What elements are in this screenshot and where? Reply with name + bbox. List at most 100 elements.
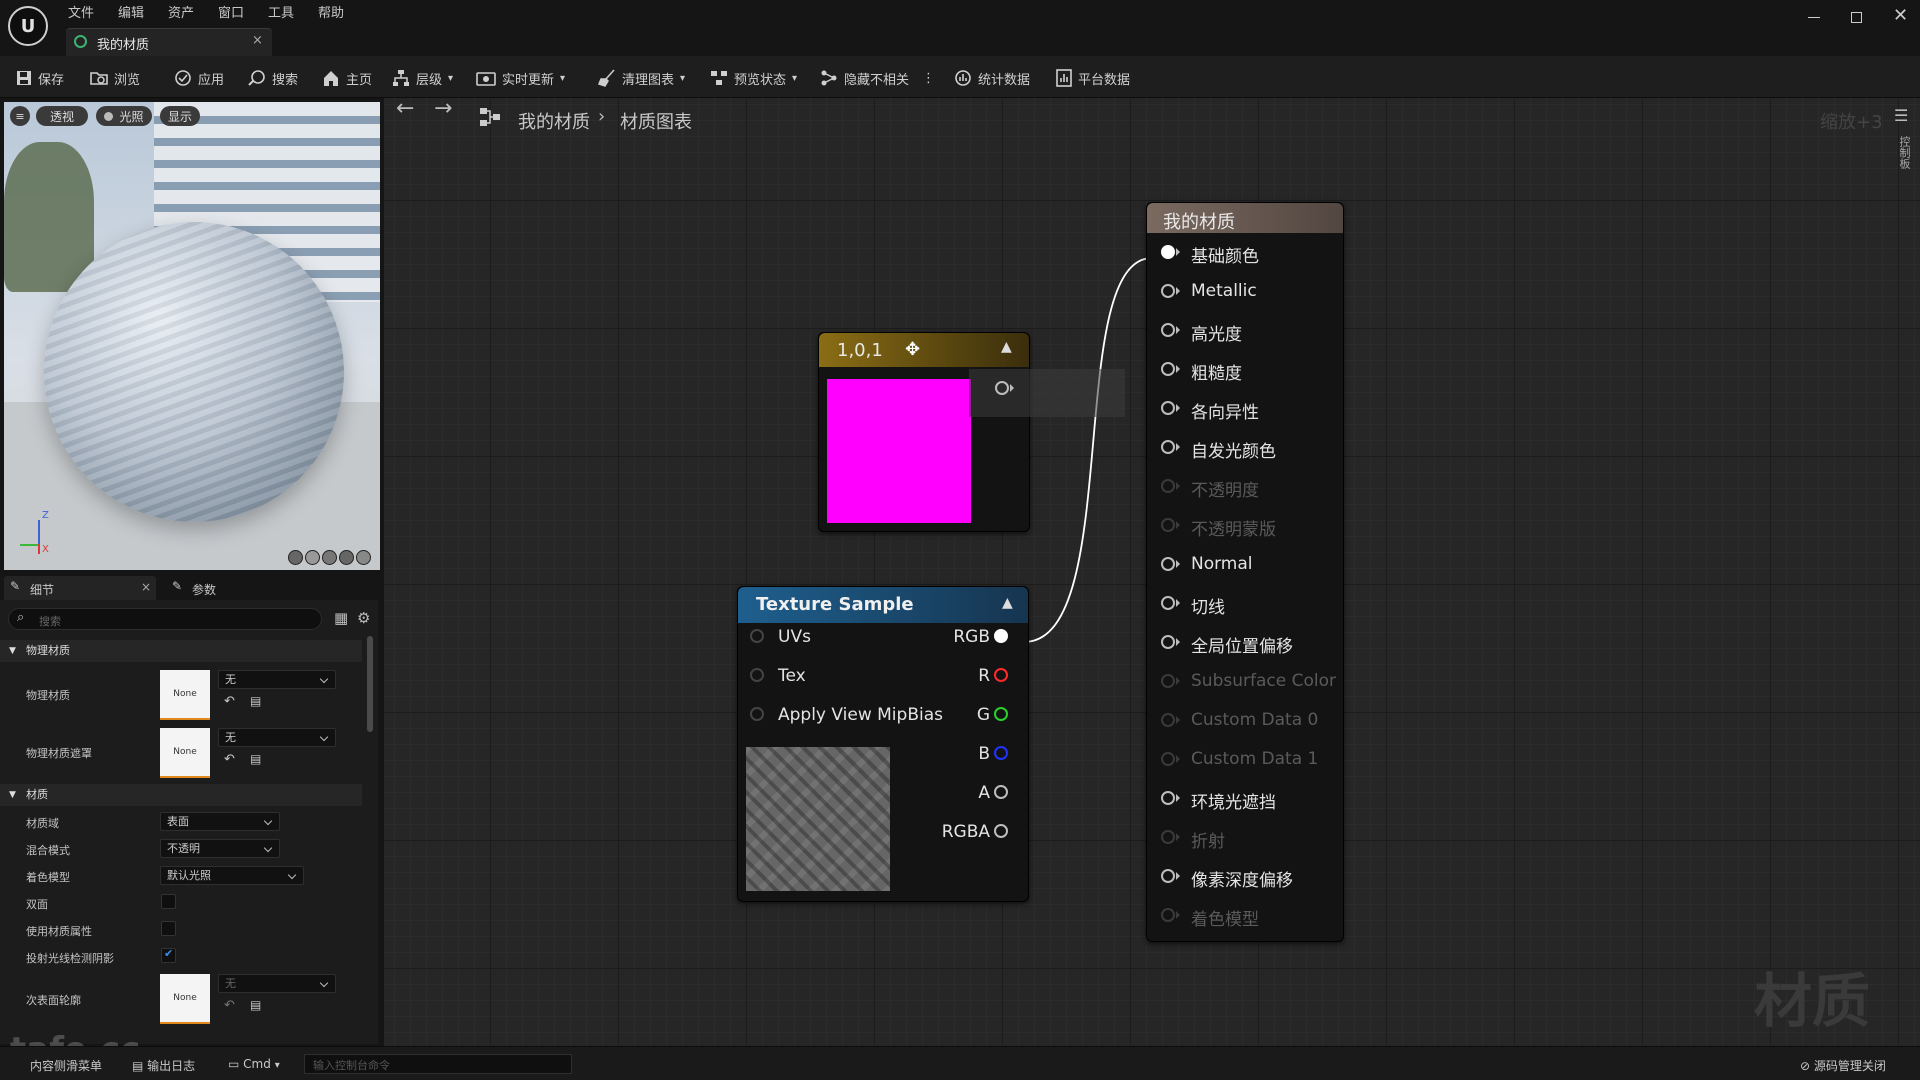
window-close-icon[interactable]: ✕ [1893,5,1908,26]
constant-node-header[interactable]: 1,0,1 ✥ ▲ [819,333,1029,367]
reset-arrow-icon[interactable]: ↶ [224,998,235,1013]
lighting-button[interactable]: 光照 [96,106,152,126]
material-input-pin[interactable] [1161,323,1175,337]
material-input-pin[interactable] [1161,245,1175,259]
hide-unrelated-button[interactable]: 隐藏不相关 [820,67,909,89]
menu-window[interactable]: 窗口 [218,2,244,21]
menu-tools[interactable]: 工具 [268,2,294,21]
material-input-pin[interactable] [1161,830,1175,844]
console-input[interactable]: 输入控制台命令 [304,1054,572,1074]
g-output-pin[interactable] [994,707,1008,721]
material-input-pin[interactable] [1161,908,1175,922]
r-output-pin[interactable] [994,668,1008,682]
cube-icon[interactable] [339,550,354,565]
material-input-pin[interactable] [1161,752,1175,766]
material-input-pin[interactable] [1161,518,1175,532]
browse-folder-icon[interactable]: ▤ [250,752,261,766]
table-view-icon[interactable]: ▦ [334,609,348,627]
uvs-input-pin[interactable] [750,629,764,643]
material-output-node[interactable]: 我的材质 基础颜色 Metallic 高光度 粗糙度 各向异性 自发光颜色 不透明度 不透明蒙… [1146,202,1344,942]
menu-file[interactable]: 文件 [68,2,94,21]
material-input-pin[interactable] [1161,479,1175,493]
blend-mode-dropdown[interactable]: 不透明 [160,839,280,858]
stats-button[interactable]: 统计数据 [954,67,1030,89]
show-button[interactable]: 显示 [160,106,200,126]
material-input-pin[interactable] [1161,713,1175,727]
texture-sample-node[interactable]: Texture Sample ▲ UVs Tex Apply View MipB… [737,586,1029,902]
material-input-pin[interactable] [1161,791,1175,805]
apply-button[interactable]: 应用 [174,67,224,89]
physical-mask-dropdown[interactable]: 无 [218,728,336,747]
collapse-chevron-icon[interactable]: ▲ [1001,339,1012,355]
unreal-logo-icon[interactable]: U [8,6,48,46]
tab-details-close-icon[interactable]: × [141,580,151,594]
rgb-output-pin[interactable] [994,629,1008,643]
section-material[interactable]: ▼ 材质 [0,784,362,806]
subsurface-profile-dropdown[interactable]: 无 [218,974,336,993]
menu-edit[interactable]: 编辑 [118,2,144,21]
a-output-pin[interactable] [994,785,1008,799]
material-input-pin[interactable] [1161,440,1175,454]
browse-folder-icon[interactable]: ▤ [250,998,261,1012]
physical-material-thumbnail[interactable]: None [160,670,210,720]
use-material-attributes-checkbox[interactable] [161,921,176,936]
cmd-dropdown[interactable]: ▭ Cmd ▾ [228,1057,280,1071]
tab-details[interactable]: ✎ 细节 × [4,576,156,600]
browse-button[interactable]: 浏览 [90,67,140,89]
material-input-pin[interactable] [1161,401,1175,415]
tex-input-pin[interactable] [750,668,764,682]
physical-material-dropdown[interactable]: 无 [218,670,336,689]
material-input-pin[interactable] [1161,284,1175,298]
reset-arrow-icon[interactable]: ↶ [224,752,235,767]
live-update-dropdown[interactable]: 实时更新 ▾ [476,67,565,89]
clean-graph-dropdown[interactable]: 清理图表 ▾ [598,67,685,89]
preview-state-dropdown[interactable]: 预览状态 ▾ [710,67,797,89]
menu-help[interactable]: 帮助 [318,2,344,21]
mipbias-input-pin[interactable] [750,707,764,721]
document-tab[interactable]: 我的材质 × [66,28,272,56]
toolbar-overflow-icon[interactable]: ⋮ [922,67,935,89]
material-input-pin[interactable] [1161,635,1175,649]
rgba-output-pin[interactable] [994,824,1008,838]
restore-icon[interactable] [1851,12,1862,23]
ray-traced-shadows-checkbox[interactable]: ✔ [161,947,176,963]
tab-params[interactable]: ✎ 参数 [168,576,248,600]
sphere-icon[interactable] [305,550,320,565]
section-physical-material[interactable]: ▼ 物理材质 [0,640,362,662]
constant3vector-node[interactable]: 1,0,1 ✥ ▲ [818,332,1125,532]
constant-output-pin[interactable] [995,381,1009,395]
minimize-icon[interactable] [1808,17,1820,18]
viewport-menu-button[interactable]: ≡ [10,106,30,126]
domain-dropdown[interactable]: 表面 [160,812,280,831]
hierarchy-dropdown[interactable]: 层级 ▾ [392,67,453,89]
save-button[interactable]: 保存 [16,67,64,89]
platform-stats-button[interactable]: 平台数据 [1056,67,1130,89]
teapot-icon[interactable] [356,550,371,565]
menu-asset[interactable]: 资产 [168,2,194,21]
cylinder-icon[interactable] [288,550,303,565]
material-input-pin[interactable] [1161,869,1175,883]
content-drawer-button[interactable]: 内容侧滑菜单 [14,1057,102,1074]
physical-mask-thumbnail[interactable]: None [160,728,210,778]
reset-arrow-icon[interactable]: ↶ [224,694,235,709]
tab-close-icon[interactable]: × [252,33,263,48]
texture-node-header[interactable]: Texture Sample ▲ [738,587,1028,623]
preview-viewport[interactable]: ≡ 透视 光照 显示 Z X [4,102,380,570]
material-input-pin[interactable] [1161,674,1175,688]
material-input-pin[interactable] [1161,557,1175,571]
search-button[interactable]: 搜索 [248,67,298,89]
b-output-pin[interactable] [994,746,1008,760]
perspective-button[interactable]: 透视 [36,106,88,126]
wire-rgb-to-base-color[interactable] [1023,257,1153,643]
source-control-button[interactable]: ⊘ 源码管理关闭 [1800,1057,1886,1074]
material-input-pin[interactable] [1161,596,1175,610]
details-search-input[interactable]: ⌕ 搜索 [8,608,322,630]
home-button[interactable]: 主页 [322,67,372,89]
plane-icon[interactable] [322,550,337,565]
two-sided-checkbox[interactable] [161,894,176,909]
shading-model-dropdown[interactable]: 默认光照 [160,866,304,885]
browse-folder-icon[interactable]: ▤ [250,694,261,708]
gear-icon[interactable]: ⚙ [357,609,370,627]
material-input-pin[interactable] [1161,362,1175,376]
details-scrollbar[interactable] [367,636,373,732]
